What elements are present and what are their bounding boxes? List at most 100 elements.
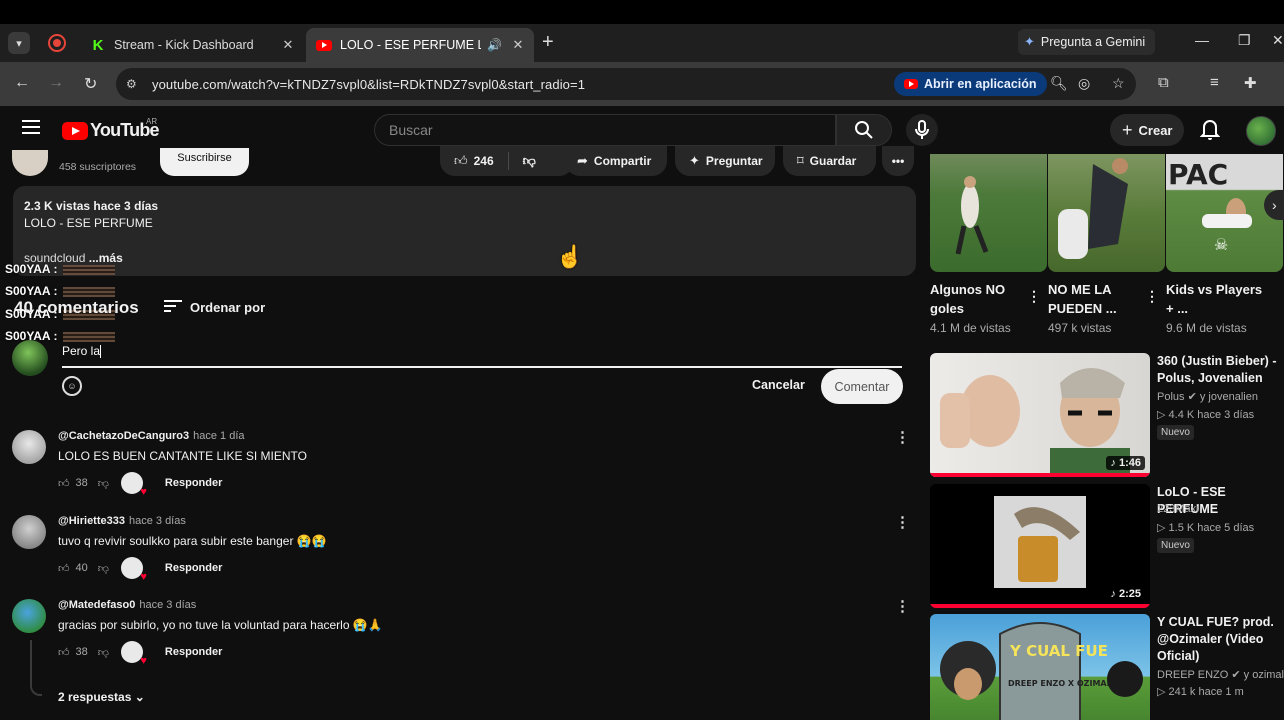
- zoom-icon[interactable]: 🔍︎: [1050, 75, 1068, 92]
- more-vertical-icon[interactable]: ⋮: [1027, 288, 1041, 305]
- short-thumbnail[interactable]: [1048, 154, 1165, 272]
- profile-icon[interactable]: ✚: [1244, 74, 1257, 92]
- save-button[interactable]: ⌑ Guardar: [783, 146, 876, 176]
- view-replies-button[interactable]: 2 respuestas ⌄: [58, 690, 145, 704]
- voice-search-button[interactable]: [906, 114, 938, 146]
- more-vertical-icon[interactable]: ⋮: [895, 428, 910, 446]
- open-in-app-button[interactable]: Abrir en aplicación: [894, 72, 1047, 96]
- open-app-label: Abrir en aplicación: [924, 77, 1037, 91]
- thumbs-up-icon[interactable]: 👍︎: [58, 646, 70, 659]
- short-item[interactable]: PAC ☠ Kids vs Players + ... 9.6 M de vist…: [1166, 154, 1283, 335]
- tab-search-button[interactable]: ▾: [8, 32, 30, 54]
- more-vertical-icon[interactable]: ⋮: [895, 513, 910, 531]
- video-thumbnail[interactable]: Y CUAL FUE DREEP ENZO X OZIMALER: [930, 614, 1150, 720]
- dislike-button[interactable]: 👎︎: [509, 153, 536, 169]
- thumbs-up-icon[interactable]: 👍︎: [58, 477, 70, 490]
- channel-avatar[interactable]: [12, 150, 48, 176]
- ask-button[interactable]: ✦ Preguntar: [675, 146, 775, 176]
- short-item[interactable]: Algunos NO goles 4.1 M de vistas ⋮: [930, 154, 1047, 335]
- comment-text: tuvo q revivir soulkko para subir este b…: [58, 534, 327, 548]
- eye-off-icon[interactable]: ◎: [1078, 75, 1090, 92]
- youtube-icon: [316, 39, 332, 51]
- subscribe-button[interactable]: Suscribirse: [160, 148, 249, 176]
- thumbs-up-icon[interactable]: 👍︎: [58, 562, 70, 575]
- bookmark-star-icon[interactable]: ☆: [1112, 75, 1125, 92]
- avatar[interactable]: [12, 430, 46, 464]
- create-button[interactable]: + Crear: [1110, 114, 1185, 146]
- youtube-logo[interactable]: YouTube AR: [62, 117, 160, 141]
- short-item[interactable]: NO ME LA PUEDEN ... 497 k vistas ⋮: [1048, 154, 1165, 335]
- replies-label: 2 respuestas: [58, 690, 132, 704]
- plus-icon: +: [1122, 119, 1133, 140]
- more-vertical-icon[interactable]: ⋮: [1145, 288, 1159, 305]
- comment-time[interactable]: hace 3 días: [129, 515, 186, 527]
- menu-icon[interactable]: [22, 120, 40, 134]
- comment-author[interactable]: @Matedefaso0: [58, 599, 135, 611]
- comment-header: @Matedefaso0 hace 3 días: [58, 599, 196, 611]
- video-title[interactable]: Y CUAL FUE? prod. @Ozimaler (Video Ofici…: [1157, 614, 1284, 665]
- back-button[interactable]: ←: [14, 74, 30, 92]
- short-title[interactable]: NO ME LA PUEDEN ...: [1048, 280, 1148, 318]
- new-tab-button[interactable]: +: [542, 31, 554, 54]
- close-window-button[interactable]: ✕: [1272, 32, 1284, 49]
- sort-comments-button[interactable]: Ordenar por: [164, 300, 265, 315]
- like-dislike-pill: 👍︎ 246 👎︎: [440, 146, 574, 176]
- new-badge: Nuevo: [1157, 425, 1194, 440]
- short-thumbnail[interactable]: [930, 154, 1047, 272]
- address-bar[interactable]: ⚙ youtube.com/watch?v=kTNDZ7svpl0&list=R…: [116, 68, 1136, 100]
- creator-heart-icon: [120, 472, 147, 498]
- short-title[interactable]: Kids vs Players + ...: [1166, 280, 1266, 318]
- thumbs-down-icon[interactable]: 👎︎: [98, 477, 109, 490]
- cancel-button[interactable]: Cancelar: [752, 378, 805, 392]
- minimize-button[interactable]: —: [1195, 32, 1209, 48]
- video-thumbnail[interactable]: ♪ 1:46: [930, 353, 1150, 477]
- media-controls-icon[interactable]: ≡: [1210, 74, 1219, 91]
- video-thumbnail[interactable]: ♪ 2:25: [930, 484, 1150, 608]
- comment-author[interactable]: @CachetazoDeCanguro3: [58, 430, 189, 442]
- avatar[interactable]: [12, 599, 46, 633]
- recording-icon[interactable]: [48, 34, 66, 52]
- video-channel[interactable]: 223Maxi: [1157, 503, 1199, 515]
- forward-button[interactable]: →: [48, 74, 64, 92]
- search-input[interactable]: Buscar: [374, 114, 836, 146]
- comment-time[interactable]: hace 1 día: [193, 430, 244, 442]
- like-count: 246: [473, 154, 494, 168]
- comment-time[interactable]: hace 3 días: [139, 599, 196, 611]
- video-title[interactable]: 360 (Justin Bieber) - Polus, Jovenalien: [1157, 353, 1284, 387]
- notifications-icon[interactable]: [1199, 118, 1221, 145]
- url-text[interactable]: youtube.com/watch?v=kTNDZ7svpl0&list=RDk…: [152, 77, 585, 92]
- comment-actions: 👍︎ 40 👎︎ Responder: [58, 557, 222, 583]
- thumbs-down-icon[interactable]: 👎︎: [98, 562, 109, 575]
- reply-button[interactable]: Responder: [165, 646, 222, 658]
- video-channel[interactable]: DREEP ENZO ✔ y ozimal...: [1157, 668, 1284, 681]
- reply-button[interactable]: Responder: [165, 477, 222, 489]
- thumbs-down-icon[interactable]: 👎︎: [98, 646, 109, 659]
- sort-label: Ordenar por: [190, 300, 266, 315]
- like-button[interactable]: 👍︎ 246: [440, 152, 509, 170]
- more-actions-button[interactable]: •••: [882, 146, 914, 176]
- video-channel[interactable]: Polus ✔ y jovenalien: [1157, 390, 1258, 403]
- description-box[interactable]: 2.3 K vistas hace 3 días LOLO - ESE PERF…: [13, 186, 916, 276]
- tab-kick-dashboard[interactable]: K Stream - Kick Dashboard ✕: [80, 28, 304, 62]
- more-vertical-icon[interactable]: ⋮: [895, 597, 910, 615]
- short-title[interactable]: Algunos NO goles: [930, 280, 1030, 318]
- speaker-icon[interactable]: 🔊: [487, 38, 502, 52]
- share-button[interactable]: ➦ Compartir: [565, 146, 667, 176]
- submit-comment-button[interactable]: Comentar: [821, 369, 903, 404]
- reload-button[interactable]: ↻: [84, 74, 97, 94]
- restore-button[interactable]: ❐: [1238, 32, 1251, 49]
- sparkle-icon: ✦: [689, 153, 700, 168]
- search-button[interactable]: [836, 114, 892, 146]
- close-icon[interactable]: ✕: [508, 37, 528, 53]
- comment-author[interactable]: @Hiriette333: [58, 515, 125, 527]
- avatar[interactable]: [12, 515, 46, 549]
- site-info-icon[interactable]: ⚙: [126, 77, 148, 91]
- close-icon[interactable]: ✕: [278, 37, 298, 53]
- gemini-button[interactable]: ✦ Pregunta a Gemini: [1018, 29, 1156, 55]
- comment-input[interactable]: Pero la: [62, 344, 902, 369]
- emoji-icon[interactable]: ☺: [62, 376, 82, 396]
- avatar[interactable]: [1246, 116, 1276, 146]
- reply-button[interactable]: Responder: [165, 562, 222, 574]
- tab-youtube-video[interactable]: LOLO - ESE PERFUME LA SU 🔊 ✕: [306, 28, 534, 62]
- extensions-icon[interactable]: ⧉: [1158, 74, 1169, 91]
